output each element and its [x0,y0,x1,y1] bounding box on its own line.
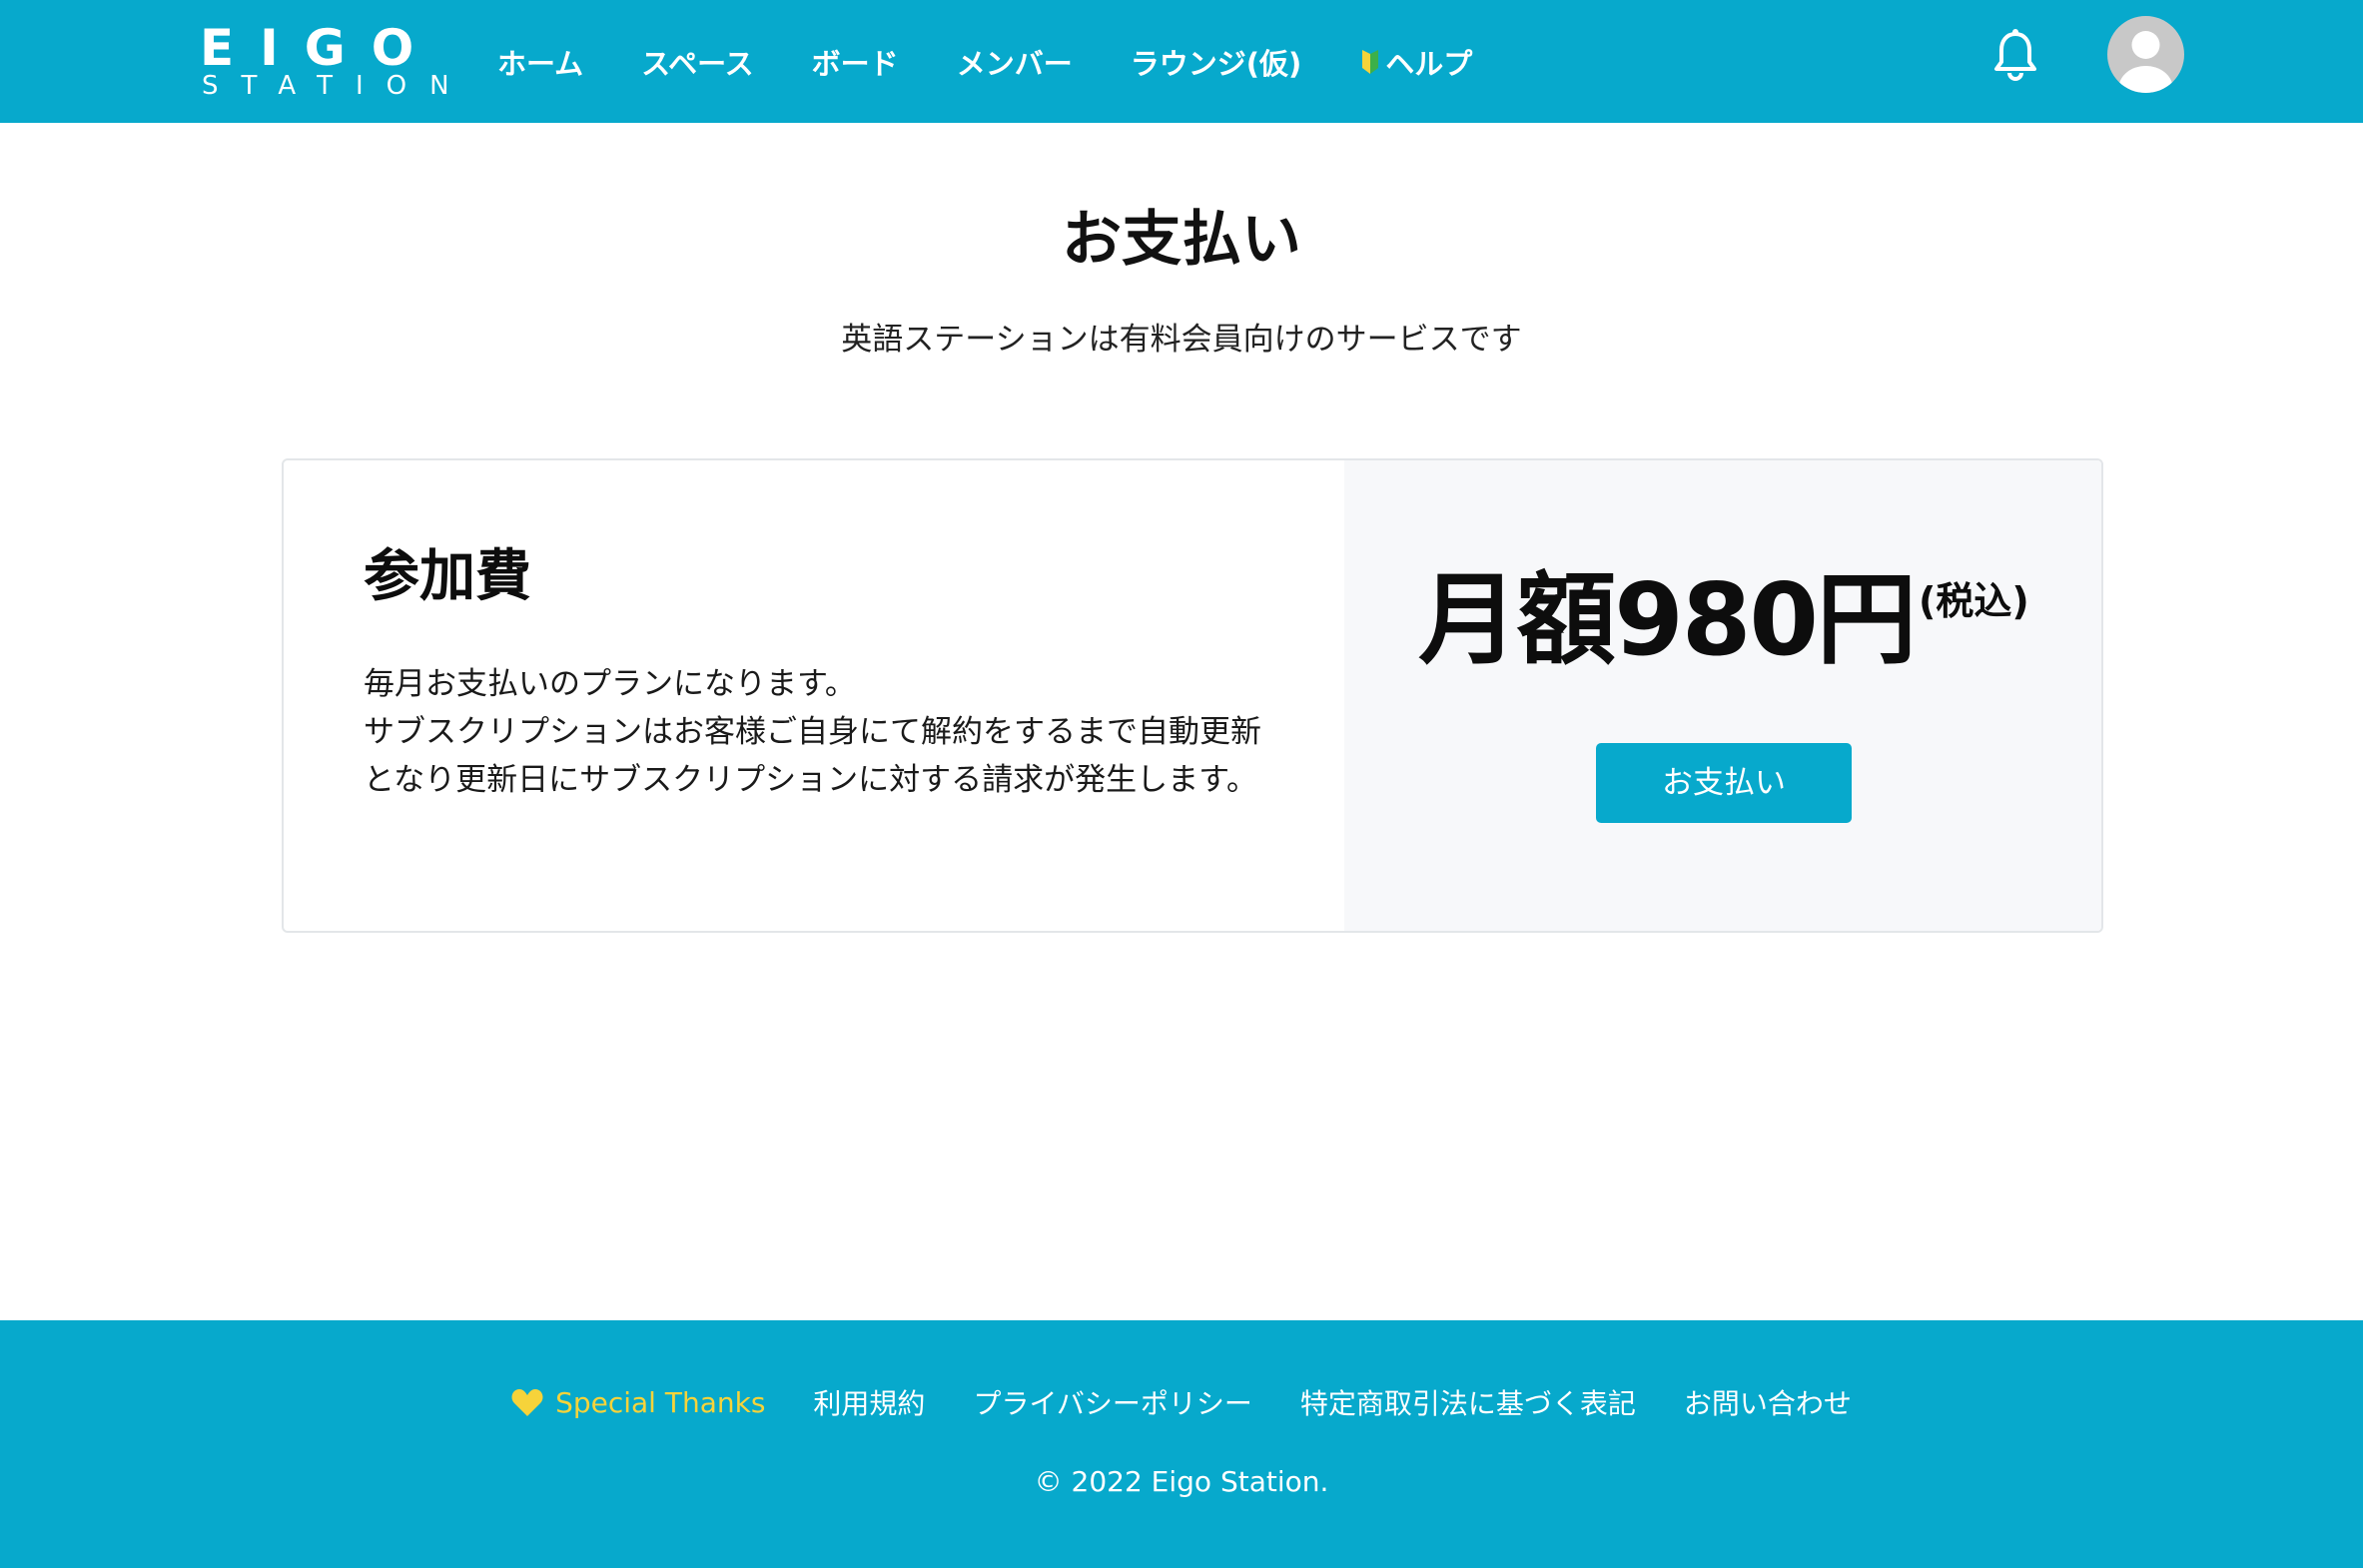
plan-desc-line-1: 毎月お支払いのプランになります。 [364,666,856,702]
logo-main-text: EIGO [200,19,440,77]
plan-card: 参加費 毎月お支払いのプランになります。 サブスクリプションはお客様ご自身にて解… [282,458,2103,933]
logo-sub-text: STATION [202,71,472,101]
eigo-station-logo[interactable]: EIGO STATION [200,20,449,101]
main-nav: ホーム スペース ボード メンバー ラウンジ(仮) ヘルプ [497,0,1530,123]
tax-note: (税込) [1919,579,2029,623]
copyright: © 2022 Eigo Station. [1034,1465,1329,1498]
special-thanks-label: Special Thanks [555,1385,766,1419]
nav-lounge[interactable]: ラウンジ(仮) [1131,41,1302,83]
payment-page: EIGO STATION ホーム スペース ボード メンバー ラウンジ(仮) ヘ… [0,0,2363,1568]
plan-info-panel: 参加費 毎月お支払いのプランになります。 サブスクリプションはお客様ご自身にて解… [284,460,1344,931]
nav-home[interactable]: ホーム [497,41,583,83]
plan-desc-line-2: サブスクリプションはお客様ご自身にて解約をするまで自動更新となり更新日にサブスク… [364,714,1261,798]
footer-commerce-law[interactable]: 特定商取引法に基づく表記 [1300,1382,1636,1422]
footer-special-thanks[interactable]: Special Thanks [511,1386,765,1419]
beginner-leaf-icon [1362,49,1379,74]
plan-title: 参加費 [364,544,531,609]
footer-privacy[interactable]: プライバシーポリシー [973,1382,1251,1422]
nav-members[interactable]: メンバー [957,41,1073,83]
footer-contact[interactable]: お問い合わせ [1684,1382,1852,1422]
nav-help-label: ヘルプ [1385,46,1473,81]
nav-spaces[interactable]: スペース [641,41,754,83]
user-avatar[interactable] [2107,16,2184,93]
nav-help[interactable]: ヘルプ [1359,41,1472,83]
top-navbar: EIGO STATION ホーム スペース ボード メンバー ラウンジ(仮) ヘ… [0,0,2363,123]
page-subtitle: 英語ステーションは有料会員向けのサービスです [841,322,1522,358]
site-footer: Special Thanks 利用規約 プライバシーポリシー 特定商取引法に基づ… [0,1320,2363,1568]
plan-price: 月額980円 (税込) [1344,560,2101,680]
footer-terms[interactable]: 利用規約 [813,1382,925,1422]
user-avatar-icon [2118,31,2173,93]
pay-button[interactable]: お支払い [1596,743,1852,823]
nav-boards[interactable]: ボード [812,41,899,83]
footer-links: Special Thanks 利用規約 プライバシーポリシー 特定商取引法に基づ… [0,1382,2363,1422]
plan-price-panel: 月額980円 (税込) お支払い [1344,460,2101,931]
plan-description: 毎月お支払いのプランになります。 サブスクリプションはお客様ご自身にて解約をする… [364,660,1282,804]
heart-icon [511,1389,543,1416]
bell-icon[interactable] [1992,28,2038,82]
page-title: お支払い [1062,205,1301,275]
price-amount: 月額980円 [1418,561,1917,678]
